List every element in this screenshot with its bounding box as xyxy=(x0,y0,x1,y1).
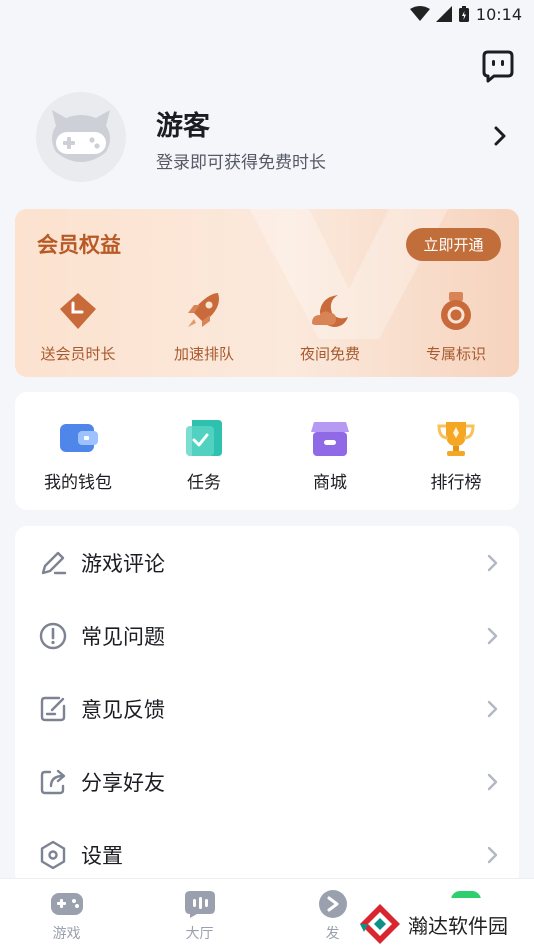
menu-item-label: 游戏评论 xyxy=(81,551,165,576)
discover-icon xyxy=(318,890,347,918)
member-item-queue[interactable]: 加速排队 xyxy=(141,289,267,369)
member-item-night[interactable]: 夜间免费 xyxy=(267,289,393,369)
rocket-icon xyxy=(188,293,219,327)
menu-item-share[interactable]: 分享好友 xyxy=(15,745,519,818)
member-item-badge[interactable]: 专属标识 xyxy=(393,289,519,369)
task-icon xyxy=(186,420,222,456)
quick-actions-card: 我的钱包 任务 商城 排行榜 xyxy=(15,392,519,510)
pencil-icon xyxy=(41,551,67,574)
tab-label: 发 xyxy=(325,926,340,942)
member-item-label: 加速排队 xyxy=(173,345,234,363)
profile-name: 游客 xyxy=(156,111,210,142)
chevron-right-icon xyxy=(487,846,498,863)
status-time: 10:14 xyxy=(475,4,522,24)
menu-item-label: 常见问题 xyxy=(81,624,165,649)
watermark: 瀚达软件园 xyxy=(356,898,534,950)
member-benefits-card: 会员权益 立即开通 送会员时长 加速排队 夜间免费 专属标识 xyxy=(15,209,519,377)
wifi-icon xyxy=(409,6,430,21)
quick-item-store[interactable]: 商城 xyxy=(267,418,393,510)
quick-item-task[interactable]: 任务 xyxy=(141,418,267,510)
menu-item-faq[interactable]: 常见问题 xyxy=(15,599,519,672)
chevron-right-icon xyxy=(487,700,498,717)
chevron-right-icon xyxy=(487,773,498,790)
tab-label: 大厅 xyxy=(185,926,214,942)
menu-item-settings[interactable]: 设置 xyxy=(15,818,519,886)
profile-subtitle: 登录即可获得免费时长 xyxy=(156,153,326,173)
settings-hexagon-icon xyxy=(40,840,66,869)
quick-item-wallet[interactable]: 我的钱包 xyxy=(15,418,141,510)
status-bar: 10:14 xyxy=(0,0,534,28)
menu-item-label: 设置 xyxy=(81,843,123,868)
chevron-right-icon xyxy=(487,554,498,571)
battery-icon xyxy=(458,6,469,22)
member-items: 送会员时长 加速排队 夜间免费 专属标识 xyxy=(15,289,519,369)
exclamation-circle-icon xyxy=(39,622,67,649)
quick-item-label: 排行榜 xyxy=(430,473,482,493)
menu-item-feedback[interactable]: 意见反馈 xyxy=(15,672,519,745)
guest-avatar-icon xyxy=(52,110,110,162)
member-item-duration[interactable]: 送会员时长 xyxy=(15,289,141,369)
member-item-label: 送会员时长 xyxy=(40,345,116,363)
medal-icon xyxy=(441,292,471,330)
watermark-text: 瀚达软件园 xyxy=(408,913,508,938)
member-item-label: 专属标识 xyxy=(425,345,486,363)
chevron-right-icon xyxy=(487,627,498,644)
quick-item-ranking[interactable]: 排行榜 xyxy=(393,418,519,510)
avatar[interactable] xyxy=(36,92,126,182)
trophy-icon xyxy=(437,422,475,456)
chevron-right-icon[interactable] xyxy=(488,122,512,150)
settings-menu: 游戏评论 常见问题 意见反馈 分享好友 设置 xyxy=(15,526,519,886)
profile-header[interactable]: 游客 登录即可获得免费时长 xyxy=(36,92,516,184)
signal-icon xyxy=(435,6,452,22)
message-button[interactable] xyxy=(480,48,516,84)
wallet-icon xyxy=(60,424,98,452)
menu-item-label: 分享好友 xyxy=(81,770,165,795)
watermark-logo-icon xyxy=(360,904,400,944)
clock-tag-icon xyxy=(60,293,96,329)
status-icons xyxy=(409,5,470,23)
tab-lobby[interactable]: 大厅 xyxy=(133,879,266,950)
moon-cloud-icon xyxy=(312,295,348,327)
menu-item-game-review[interactable]: 游戏评论 xyxy=(15,526,519,599)
share-icon xyxy=(40,769,66,794)
open-membership-button[interactable]: 立即开通 xyxy=(406,228,501,261)
menu-item-label: 意见反馈 xyxy=(81,697,165,722)
chat-bubble-icon xyxy=(184,891,215,918)
gamepad-icon xyxy=(50,893,83,915)
member-title: 会员权益 xyxy=(37,233,121,257)
quick-item-label: 商城 xyxy=(313,473,347,493)
tab-games[interactable]: 游戏 xyxy=(0,879,133,950)
store-icon xyxy=(311,422,349,456)
tab-label: 游戏 xyxy=(52,926,81,942)
quick-item-label: 任务 xyxy=(187,473,221,493)
feedback-icon xyxy=(40,696,66,721)
quick-item-label: 我的钱包 xyxy=(44,473,112,493)
member-item-label: 夜间免费 xyxy=(299,345,360,363)
message-icon xyxy=(482,50,514,83)
